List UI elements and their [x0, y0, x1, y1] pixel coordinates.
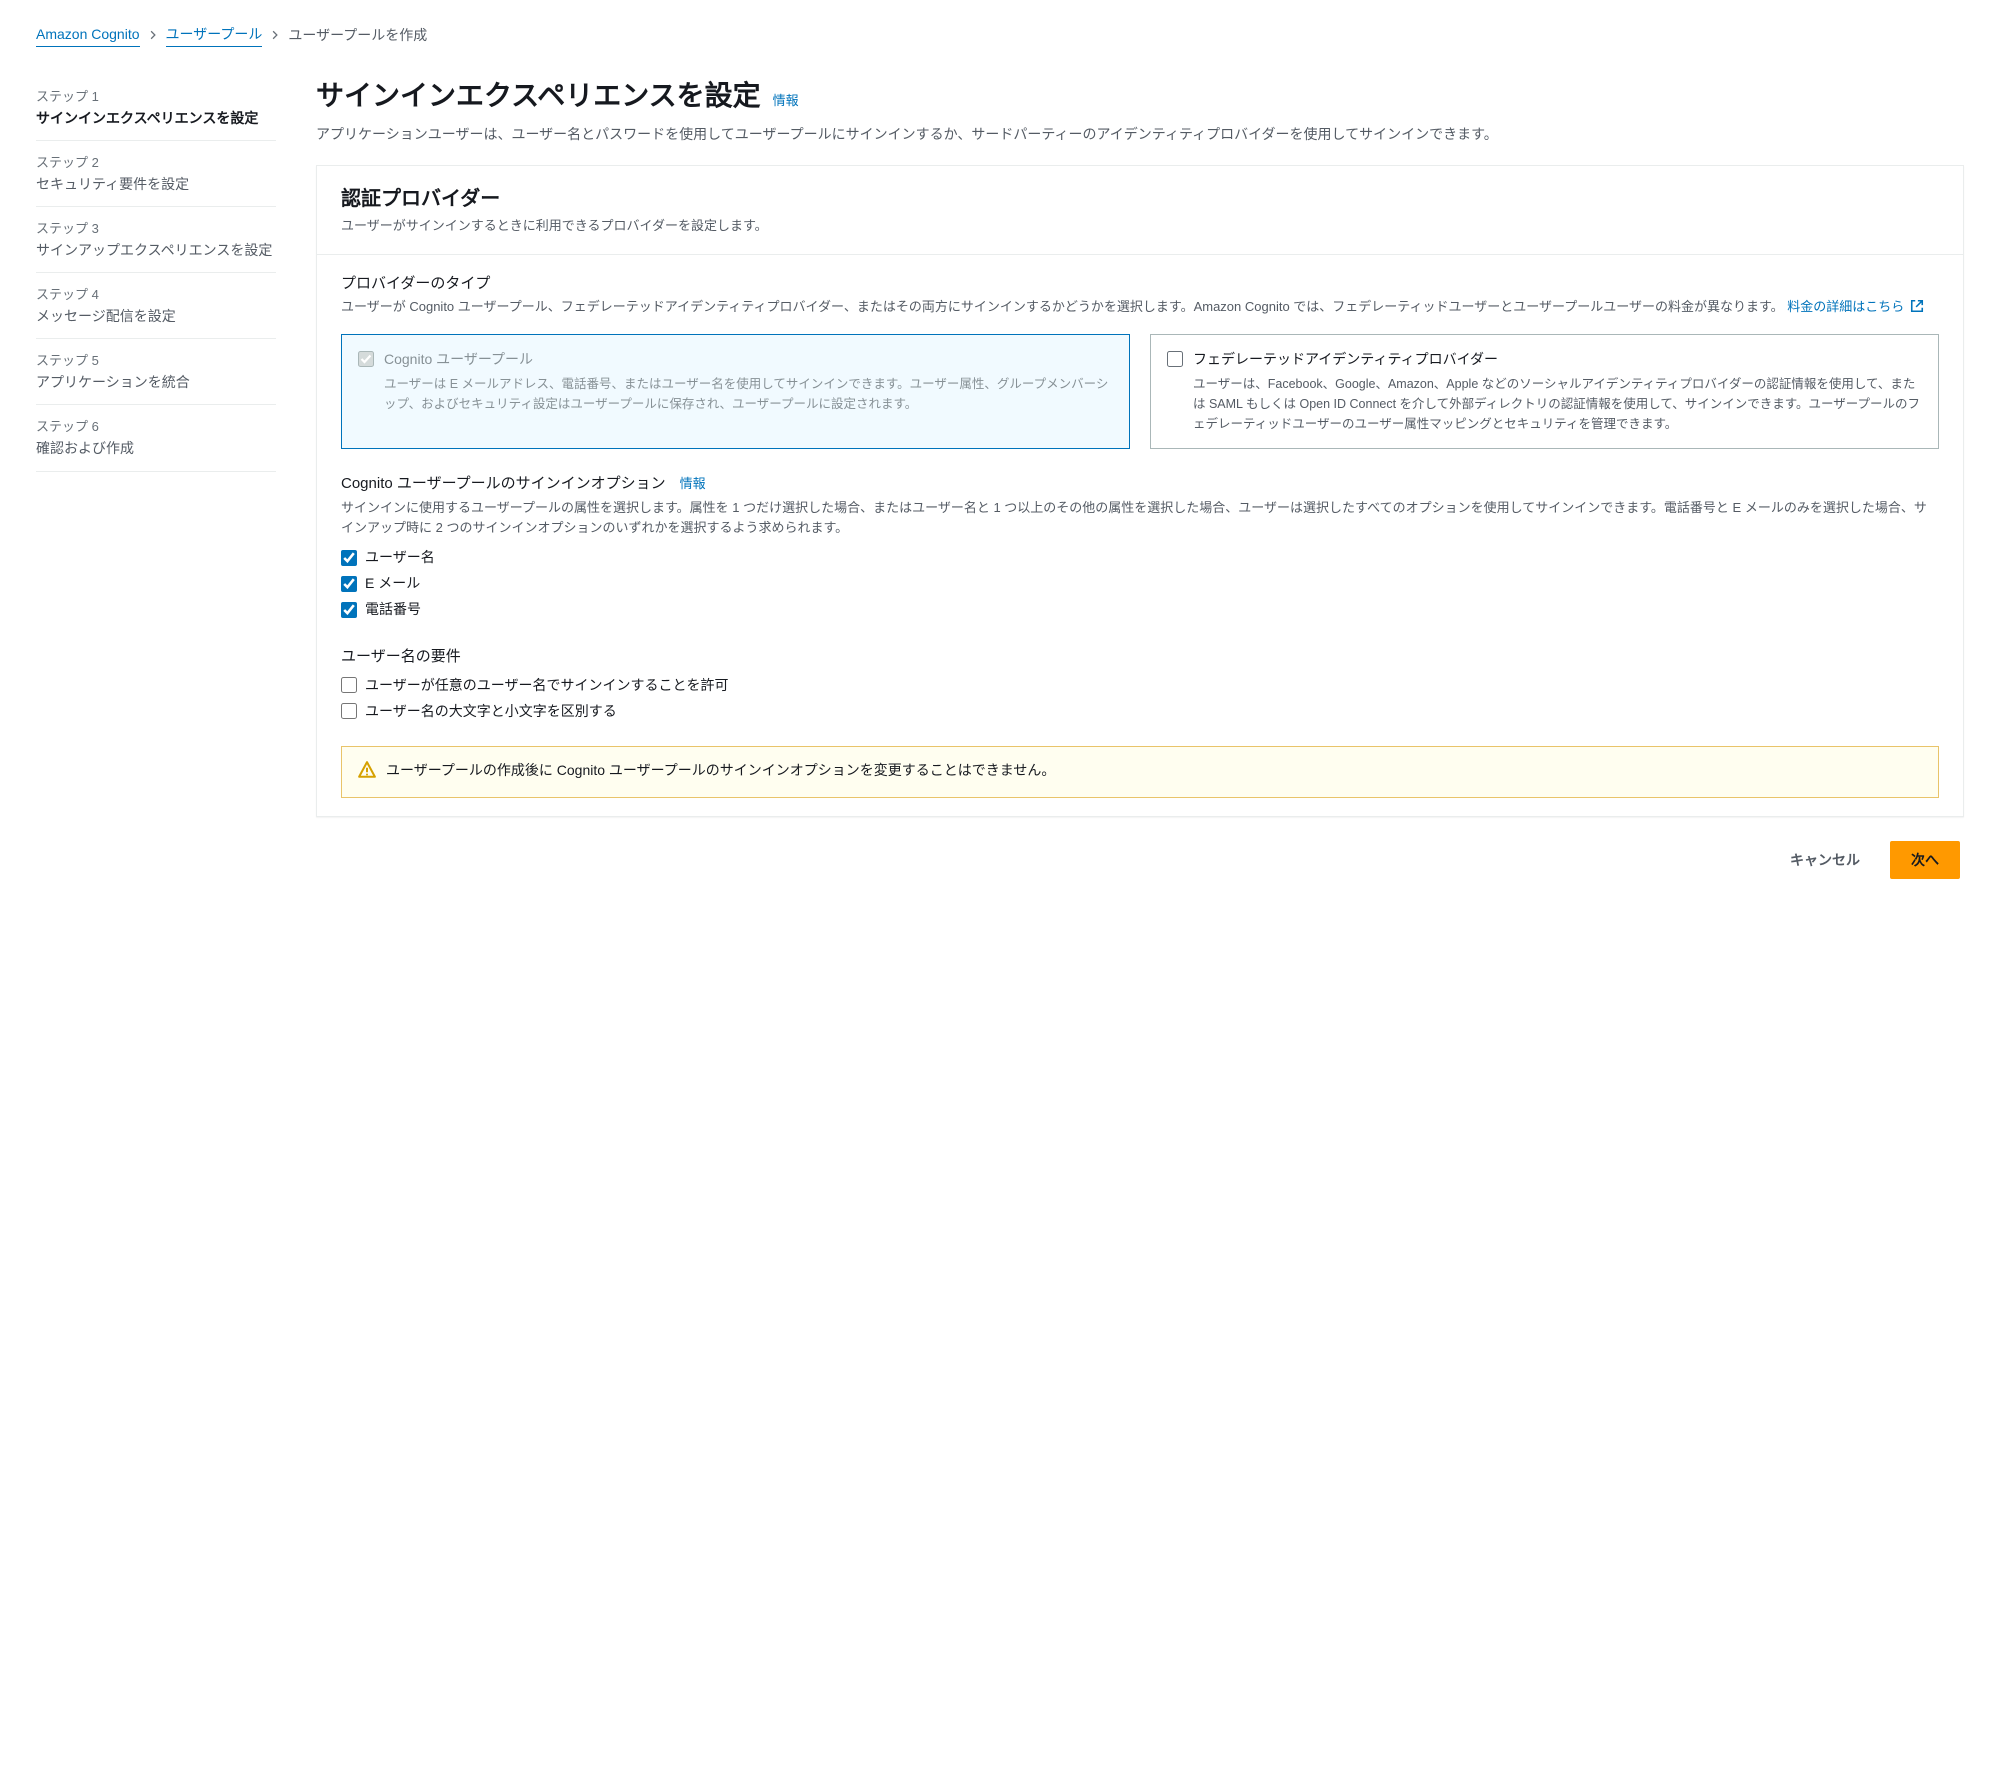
step-title: 確認および作成 [36, 439, 276, 459]
panel-title: 認証プロバイダー [341, 184, 1939, 214]
provider-card-title: フェデレーテッドアイデンティティプロバイダー [1193, 349, 1922, 370]
warning-icon [358, 761, 376, 785]
wizard-step-5[interactable]: ステップ 5 アプリケーションを統合 [36, 339, 276, 405]
signin-username-option[interactable]: ユーザー名 [341, 547, 1939, 568]
step-number: ステップ 5 [36, 351, 276, 371]
pricing-link[interactable]: 料金の詳細はこちら [1787, 299, 1924, 314]
step-number: ステップ 4 [36, 285, 276, 305]
checkbox-checked-disabled-icon [358, 351, 374, 367]
external-link-icon [1910, 299, 1924, 320]
signin-phone-option[interactable]: 電話番号 [341, 599, 1939, 620]
wizard-step-1[interactable]: ステップ 1 サインインエクスペリエンスを設定 [36, 75, 276, 141]
breadcrumb-root-link[interactable]: Amazon Cognito [36, 24, 140, 47]
checkbox-input[interactable] [341, 677, 357, 693]
provider-type-desc: ユーザーが Cognito ユーザープール、フェデレーテッドアイデンティティプロ… [341, 297, 1939, 320]
step-number: ステップ 3 [36, 219, 276, 239]
chevron-right-icon [270, 25, 280, 46]
breadcrumb-pool-link[interactable]: ユーザープール [166, 24, 263, 47]
checkbox-unchecked-icon [1167, 351, 1183, 367]
checkbox-label: E メール [365, 573, 420, 594]
cancel-button[interactable]: キャンセル [1770, 841, 1880, 879]
alert-text: ユーザープールの作成後に Cognito ユーザープールのサインインオプションを… [386, 759, 1055, 781]
step-number: ステップ 1 [36, 87, 276, 107]
main-content: サインインエクスペリエンスを設定 情報 アプリケーションユーザーは、ユーザー名と… [316, 75, 1964, 879]
provider-card-title: Cognito ユーザープール [384, 349, 1113, 370]
step-title: アプリケーションを統合 [36, 373, 276, 393]
provider-card-desc: ユーザーは E メールアドレス、電話番号、またはユーザー名を使用してサインインで… [384, 374, 1113, 414]
checkbox-label: ユーザー名の大文字と小文字を区別する [365, 701, 617, 722]
checkbox-label: ユーザーが任意のユーザー名でサインインすることを許可 [365, 675, 728, 696]
info-link[interactable]: 情報 [680, 474, 706, 494]
breadcrumb-current: ユーザープールを作成 [288, 25, 427, 46]
signin-email-option[interactable]: E メール [341, 573, 1939, 594]
provider-cognito-card[interactable]: Cognito ユーザープール ユーザーは E メールアドレス、電話番号、または… [341, 334, 1130, 449]
warning-alert: ユーザープールの作成後に Cognito ユーザープールのサインインオプションを… [341, 746, 1939, 798]
checkbox-label: 電話番号 [365, 599, 421, 620]
checkbox-input[interactable] [341, 602, 357, 618]
page-description: アプリケーションユーザーは、ユーザー名とパスワードを使用してユーザープールにサイ… [316, 123, 1964, 145]
wizard-step-6[interactable]: ステップ 6 確認および作成 [36, 405, 276, 471]
step-title: メッセージ配信を設定 [36, 307, 276, 327]
page-title: サインインエクスペリエンスを設定 [316, 75, 761, 117]
username-arbitrary-option[interactable]: ユーザーが任意のユーザー名でサインインすることを許可 [341, 675, 1939, 696]
provider-card-desc: ユーザーは、Facebook、Google、Amazon、Apple などのソー… [1193, 374, 1922, 434]
step-title: サインインエクスペリエンスを設定 [36, 109, 276, 129]
signin-options-heading: Cognito ユーザープールのサインインオプション [341, 473, 666, 496]
wizard-steps-sidebar: ステップ 1 サインインエクスペリエンスを設定 ステップ 2 セキュリティ要件を… [36, 75, 276, 879]
username-req-heading: ユーザー名の要件 [341, 646, 1939, 669]
panel-subtitle: ユーザーがサインインするときに利用できるプロバイダーを設定します。 [341, 216, 1939, 236]
step-title: セキュリティ要件を設定 [36, 175, 276, 195]
signin-options-desc: サインインに使用するユーザープールの属性を選択します。属性を 1 つだけ選択した… [341, 498, 1939, 540]
wizard-footer: キャンセル 次へ [316, 841, 1964, 879]
next-button[interactable]: 次へ [1890, 841, 1960, 879]
wizard-step-2[interactable]: ステップ 2 セキュリティ要件を設定 [36, 141, 276, 207]
breadcrumb: Amazon Cognito ユーザープール ユーザープールを作成 [36, 24, 1964, 47]
checkbox-input[interactable] [341, 576, 357, 592]
info-link[interactable]: 情報 [773, 91, 799, 111]
wizard-step-3[interactable]: ステップ 3 サインアップエクスペリエンスを設定 [36, 207, 276, 273]
checkbox-label: ユーザー名 [365, 547, 435, 568]
step-number: ステップ 2 [36, 153, 276, 173]
chevron-right-icon [148, 25, 158, 46]
wizard-step-4[interactable]: ステップ 4 メッセージ配信を設定 [36, 273, 276, 339]
provider-federated-card[interactable]: フェデレーテッドアイデンティティプロバイダー ユーザーは、Facebook、Go… [1150, 334, 1939, 449]
checkbox-input[interactable] [341, 550, 357, 566]
step-number: ステップ 6 [36, 417, 276, 437]
username-case-sensitive-option[interactable]: ユーザー名の大文字と小文字を区別する [341, 701, 1939, 722]
provider-type-heading: プロバイダーのタイプ [341, 273, 1939, 296]
step-title: サインアップエクスペリエンスを設定 [36, 241, 276, 261]
auth-providers-panel: 認証プロバイダー ユーザーがサインインするときに利用できるプロバイダーを設定しま… [316, 165, 1964, 816]
checkbox-input[interactable] [341, 703, 357, 719]
